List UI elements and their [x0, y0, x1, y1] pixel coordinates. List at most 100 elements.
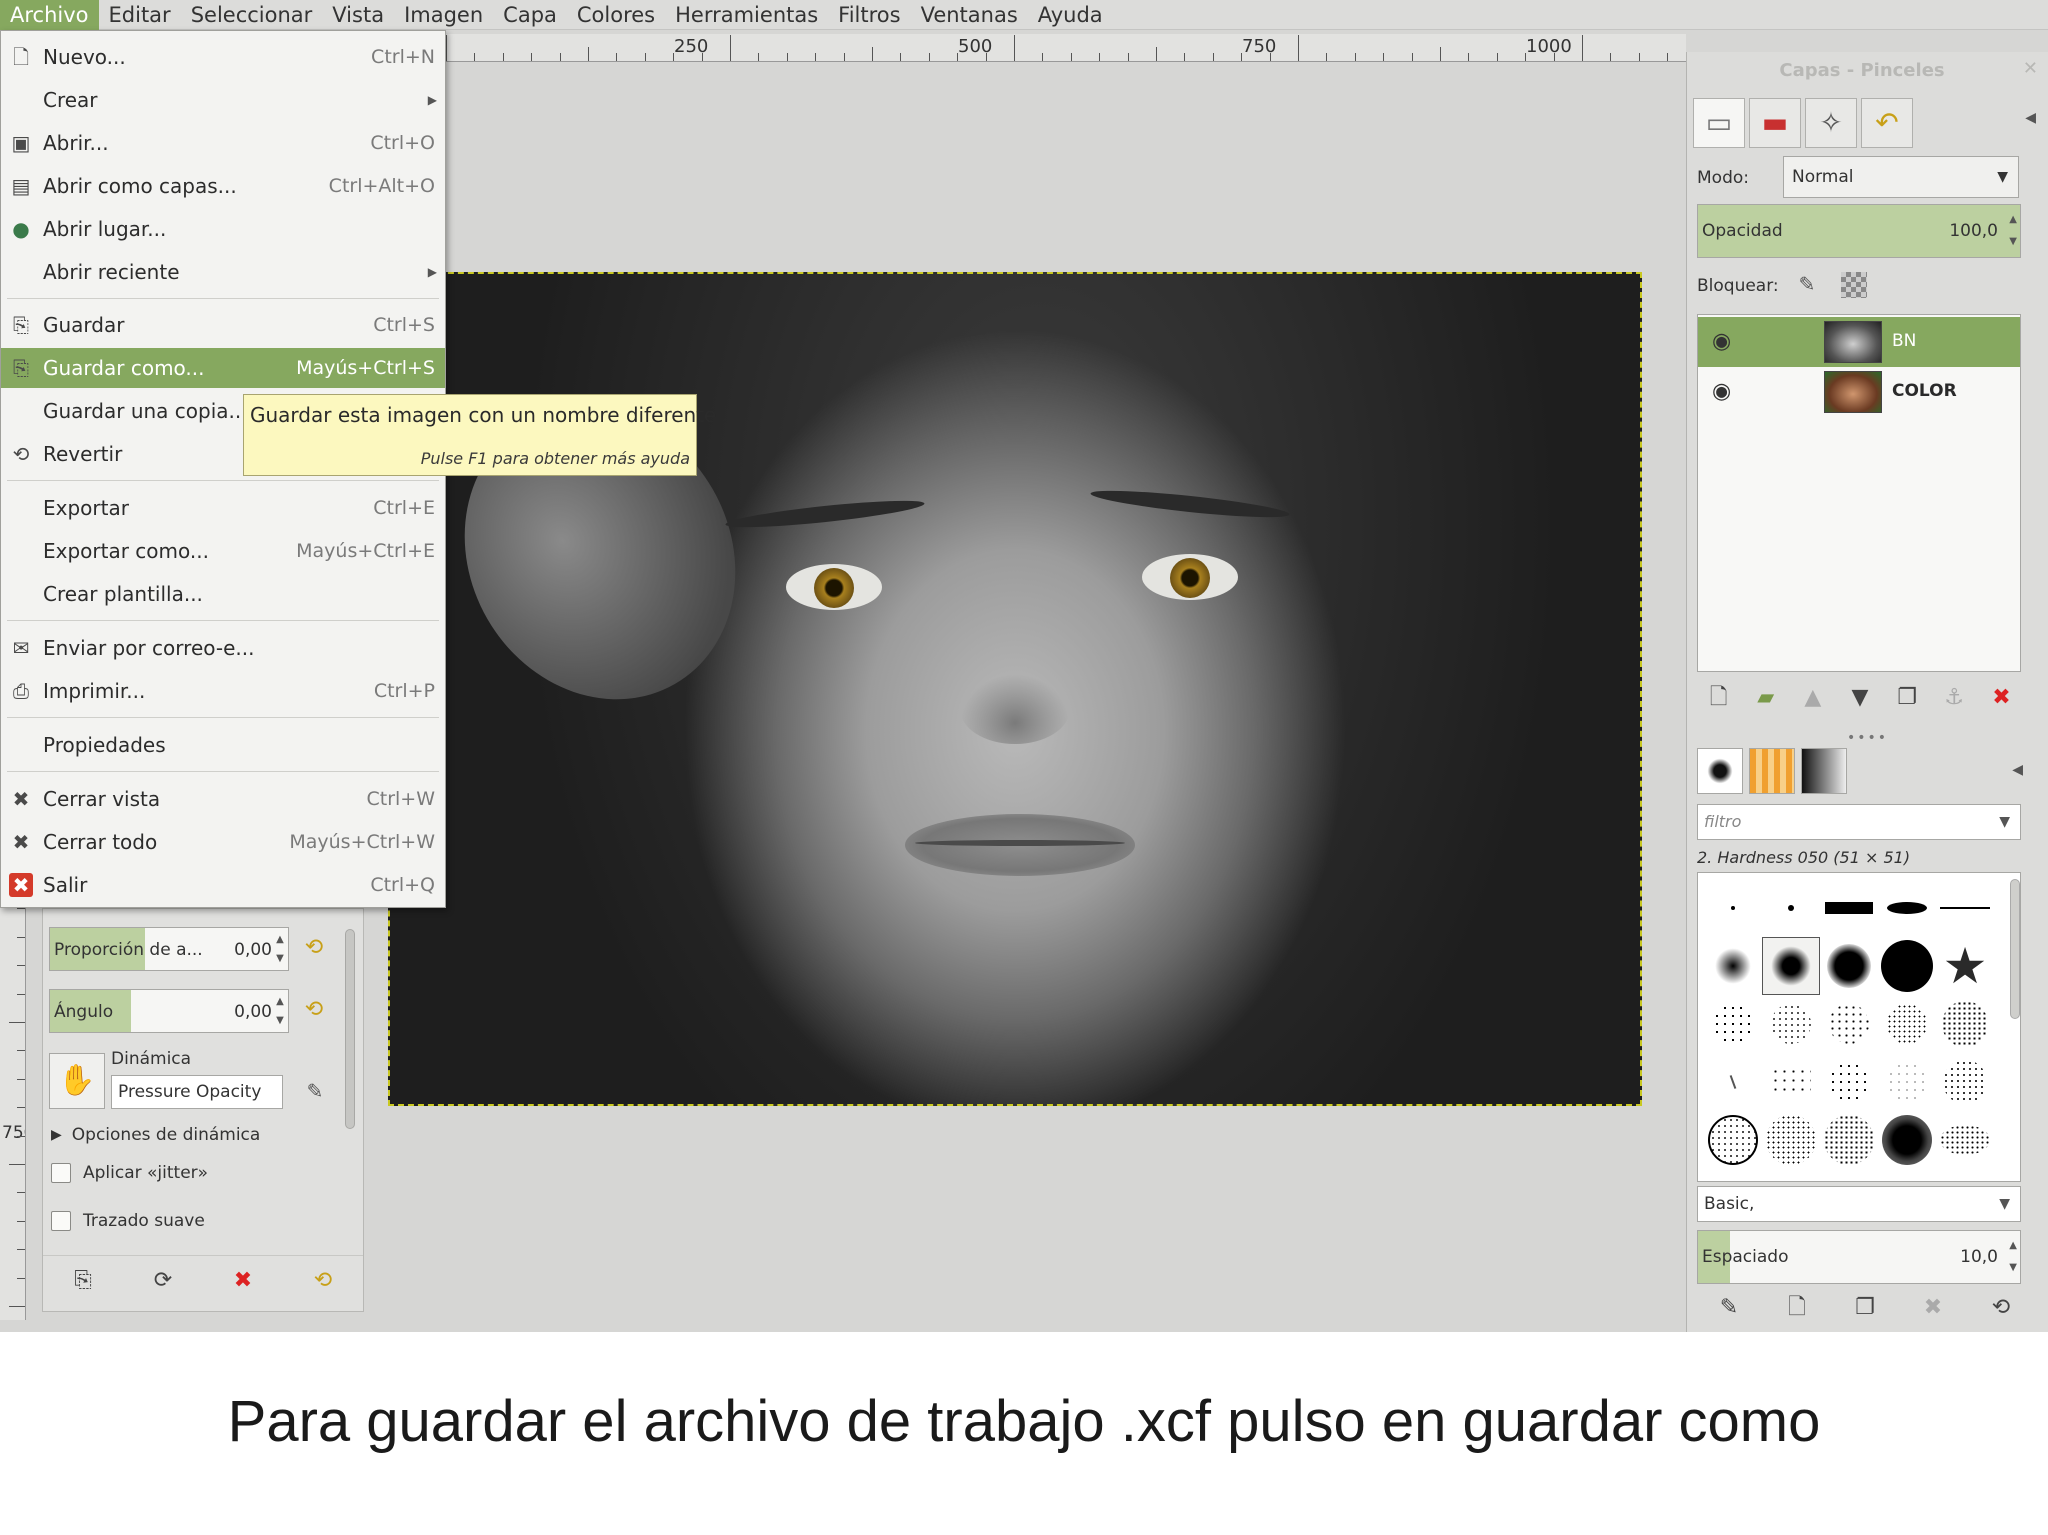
raise-layer-icon[interactable]: ▲ — [1797, 682, 1829, 714]
menu-capa[interactable]: Capa — [493, 0, 567, 30]
brush-cell[interactable] — [1936, 995, 1994, 1053]
delete-layer-icon[interactable]: ✖ — [1985, 682, 2017, 714]
menu-filtros[interactable]: Filtros — [828, 0, 910, 30]
edit-dynamics-icon[interactable]: ✎ — [301, 1079, 329, 1107]
menu-item-propiedades[interactable]: Propiedades — [1, 725, 445, 765]
tab-undo-history[interactable]: ↶ — [1861, 98, 1913, 148]
menu-item-guardar-como[interactable]: ⎘ Guardar como... Mayús+Ctrl+S — [1, 348, 445, 388]
layer-row-color[interactable]: ◉ COLOR — [1698, 367, 2020, 417]
menu-item-guardar[interactable]: ⎘ Guardar Ctrl+S — [1, 305, 445, 345]
close-icon[interactable]: ✕ — [2023, 58, 2038, 79]
dynamics-icon[interactable]: ✋ — [49, 1053, 105, 1109]
edit-brush-icon[interactable]: ✎ — [1713, 1292, 1745, 1324]
tab-layers[interactable]: ▭ — [1693, 98, 1745, 148]
menu-vista[interactable]: Vista — [322, 0, 394, 30]
menu-item-enviar-correo[interactable]: ✉ Enviar por correo-e... — [1, 628, 445, 668]
menu-item-exportar[interactable]: Exportar Ctrl+E — [1, 488, 445, 528]
anchor-layer-icon[interactable]: ⚓ — [1938, 682, 1970, 714]
menu-item-crear[interactable]: Crear ▶ — [1, 80, 445, 120]
reset-angle-icon[interactable]: ⟲ — [299, 995, 329, 1025]
duplicate-layer-icon[interactable]: ❐ — [1891, 682, 1923, 714]
brush-cell[interactable] — [1704, 1053, 1762, 1111]
angle-slider[interactable]: Ángulo 0,00 ▲ ▼ — [49, 989, 289, 1033]
menu-ayuda[interactable]: Ayuda — [1028, 0, 1113, 30]
new-layer-icon[interactable]: 🗋 — [1703, 682, 1735, 714]
new-layer-group-icon[interactable]: ▰ — [1750, 682, 1782, 714]
brush-cell[interactable] — [1820, 1111, 1878, 1169]
tab-brushes[interactable] — [1697, 748, 1743, 794]
delete-options-icon[interactable]: ✖ — [226, 1264, 260, 1298]
brush-cell[interactable] — [1878, 995, 1936, 1053]
menu-item-abrir-como-capas[interactable]: ▤ Abrir como capas... Ctrl+Alt+O — [1, 166, 445, 206]
menu-imagen[interactable]: Imagen — [394, 0, 493, 30]
brush-cell[interactable] — [1704, 937, 1762, 995]
brush-cell[interactable] — [1704, 1111, 1762, 1169]
menu-ventanas[interactable]: Ventanas — [911, 0, 1028, 30]
eye-icon[interactable]: ◉ — [1712, 329, 1731, 354]
menu-item-imprimir[interactable]: ⎙ Imprimir... Ctrl+P — [1, 671, 445, 711]
reset-aspect-icon[interactable]: ⟲ — [299, 933, 329, 963]
pane-grip[interactable]: •••• — [1847, 730, 1888, 746]
tab-patterns[interactable] — [1749, 748, 1795, 794]
spin-arrows-icon[interactable]: ▲ ▼ — [274, 930, 286, 968]
jitter-checkbox[interactable] — [51, 1163, 71, 1183]
new-brush-icon[interactable]: 🗋 — [1781, 1292, 1813, 1324]
brush-cell[interactable] — [1878, 1111, 1936, 1169]
brush-preset-select[interactable]: Basic, ▼ — [1697, 1186, 2021, 1222]
menu-colores[interactable]: Colores — [567, 0, 665, 30]
refresh-brushes-icon[interactable]: ⟲ — [1985, 1292, 2017, 1324]
spin-arrows-icon[interactable]: ▲ ▼ — [2009, 209, 2017, 253]
brush-filter-field[interactable]: filtro ▼ — [1697, 804, 2021, 840]
menu-archivo[interactable]: Archivo — [0, 0, 99, 30]
mode-select[interactable]: Normal ▼ — [1783, 156, 2019, 198]
brush-cell[interactable] — [1936, 1111, 1994, 1169]
horizontal-ruler[interactable]: 250 500 750 1000 1250 — [446, 34, 1686, 62]
brush-cell[interactable] — [1762, 1111, 1820, 1169]
brush-cell[interactable] — [1762, 1053, 1820, 1111]
duplicate-brush-icon[interactable]: ❐ — [1849, 1292, 1881, 1324]
dock-menu-icon[interactable]: ◀ — [2025, 110, 2036, 126]
brush-cell[interactable] — [1820, 1053, 1878, 1111]
brush-cell[interactable] — [1878, 1053, 1936, 1111]
brush-cell[interactable] — [1936, 879, 1994, 937]
aspect-ratio-slider[interactable]: Proporción de a... 0,00 ▲ ▼ — [49, 927, 289, 971]
menu-herramientas[interactable]: Herramientas — [665, 0, 828, 30]
brush-cell[interactable] — [1878, 937, 1936, 995]
menu-item-cerrar-vista[interactable]: ✖ Cerrar vista Ctrl+W — [1, 779, 445, 819]
layer-name-color[interactable]: COLOR — [1892, 381, 1957, 401]
layer-row-bn[interactable]: ◉ BN — [1698, 317, 2020, 367]
reset-options-icon[interactable]: ⟲ — [306, 1264, 340, 1298]
restore-options-icon[interactable]: ⟳ — [146, 1264, 180, 1298]
lock-pixels-icon[interactable]: ✎ — [1793, 272, 1821, 300]
brush-cell[interactable] — [1820, 879, 1878, 937]
star-brush-icon[interactable]: ★ — [1936, 937, 1994, 995]
menu-item-cerrar-todo[interactable]: ✖ Cerrar todo Mayús+Ctrl+W — [1, 822, 445, 862]
smooth-stroke-checkbox-row[interactable]: Trazado suave — [51, 1211, 205, 1231]
menu-item-exportar-como[interactable]: Exportar como... Mayús+Ctrl+E — [1, 531, 445, 571]
brush-cell[interactable] — [1704, 879, 1762, 937]
save-options-icon[interactable]: ⎘ — [66, 1264, 100, 1298]
spacing-slider[interactable]: Espaciado 10,0 ▲ ▼ — [1697, 1230, 2021, 1284]
menu-editar[interactable]: Editar — [99, 0, 181, 30]
jitter-checkbox-row[interactable]: Aplicar «jitter» — [51, 1163, 208, 1183]
tool-options-scrollbar[interactable] — [341, 909, 359, 1149]
brush-cell[interactable] — [1762, 879, 1820, 937]
opacity-slider[interactable]: Opacidad 100,0 ▲ ▼ — [1697, 204, 2021, 258]
brush-cell-selected[interactable] — [1762, 937, 1820, 995]
dynamics-field[interactable]: Pressure Opacity — [111, 1075, 283, 1109]
eye-icon[interactable]: ◉ — [1712, 379, 1731, 404]
menu-item-abrir[interactable]: ▣ Abrir... Ctrl+O — [1, 123, 445, 163]
menu-item-abrir-lugar[interactable]: ● Abrir lugar... — [1, 209, 445, 249]
menu-item-salir[interactable]: ✖ Salir Ctrl+Q — [1, 865, 445, 905]
layer-name-bn[interactable]: BN — [1892, 331, 1916, 351]
brush-cell[interactable] — [1704, 995, 1762, 1053]
tab-gradients[interactable] — [1801, 748, 1847, 794]
vertical-ruler[interactable]: 750 — [0, 880, 26, 1320]
menu-seleccionar[interactable]: Seleccionar — [181, 0, 323, 30]
lock-alpha-icon[interactable] — [1841, 272, 1867, 298]
smooth-stroke-checkbox[interactable] — [51, 1211, 71, 1231]
brush-cell[interactable] — [1878, 879, 1936, 937]
brush-cell[interactable] — [1820, 995, 1878, 1053]
menu-item-nuevo[interactable]: 🗋 Nuevo... Ctrl+N — [1, 37, 445, 77]
brush-cell[interactable] — [1820, 937, 1878, 995]
